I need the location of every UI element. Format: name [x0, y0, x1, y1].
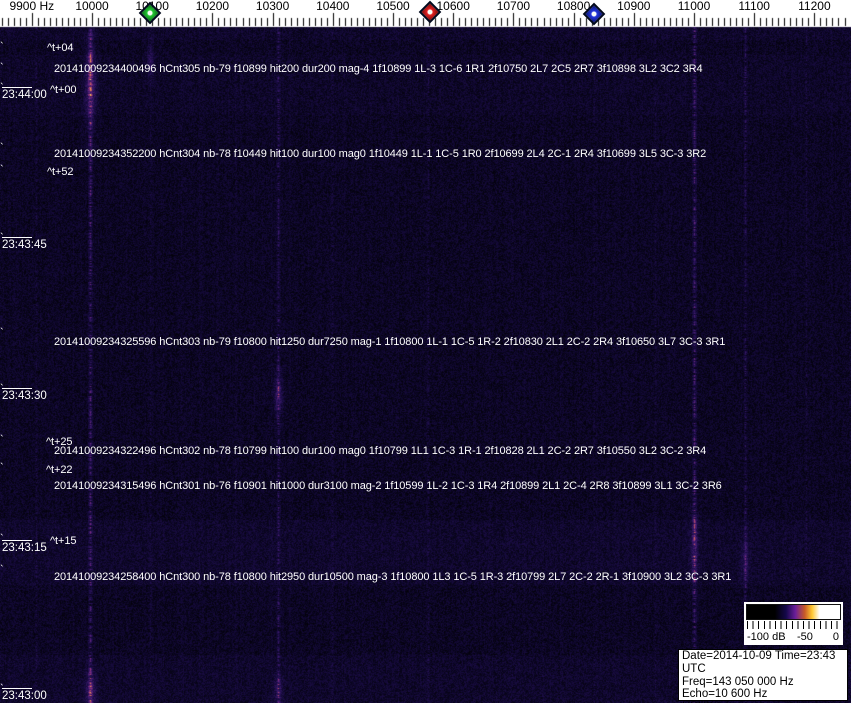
info-date-time: Date=2014-10-09 Time=23:43 UTC: [682, 650, 836, 675]
legend-label-mid: -50: [797, 631, 813, 643]
freq-tick-label: 10700: [496, 0, 531, 13]
legend-label-max: 0: [832, 631, 839, 643]
status-info-box: Date=2014-10-09 Time=23:43 UTC Freq=143 …: [678, 649, 848, 703]
colormap-labels: -100 dB -50 0: [745, 629, 842, 643]
freq-tick-label: 11200: [798, 0, 831, 13]
freq-tick-label: 11000: [677, 0, 711, 13]
colormap-tick-ruler: [747, 621, 840, 629]
freq-tick-label: 10500: [376, 0, 410, 13]
freq-tick-label: 10400: [316, 0, 350, 13]
freq-tick-label: 9900 Hz: [9, 0, 55, 13]
color-scale-legend: -100 dB -50 0: [744, 602, 843, 645]
freq-tick-label: 11100: [738, 0, 770, 13]
freq-tick-label: 10000: [75, 0, 109, 13]
freq-tick-label: 10600: [436, 0, 470, 13]
info-receiver-freq: Freq=143 050 000 Hz: [682, 675, 794, 688]
legend-label-min: -100 dB: [747, 631, 786, 643]
freq-tick-label: 10300: [255, 0, 290, 13]
info-echo-freq: Echo=10 600 Hz: [682, 688, 768, 701]
freq-tick-label: 10200: [195, 0, 230, 13]
colormap-gradient-bar: [746, 604, 841, 620]
spectrogram-canvas: [0, 0, 851, 703]
freq-tick-label: 10900: [617, 0, 651, 13]
meteor-echo-spectrogram-app: 9900 Hz100001010010200103001040010500106…: [0, 0, 851, 703]
